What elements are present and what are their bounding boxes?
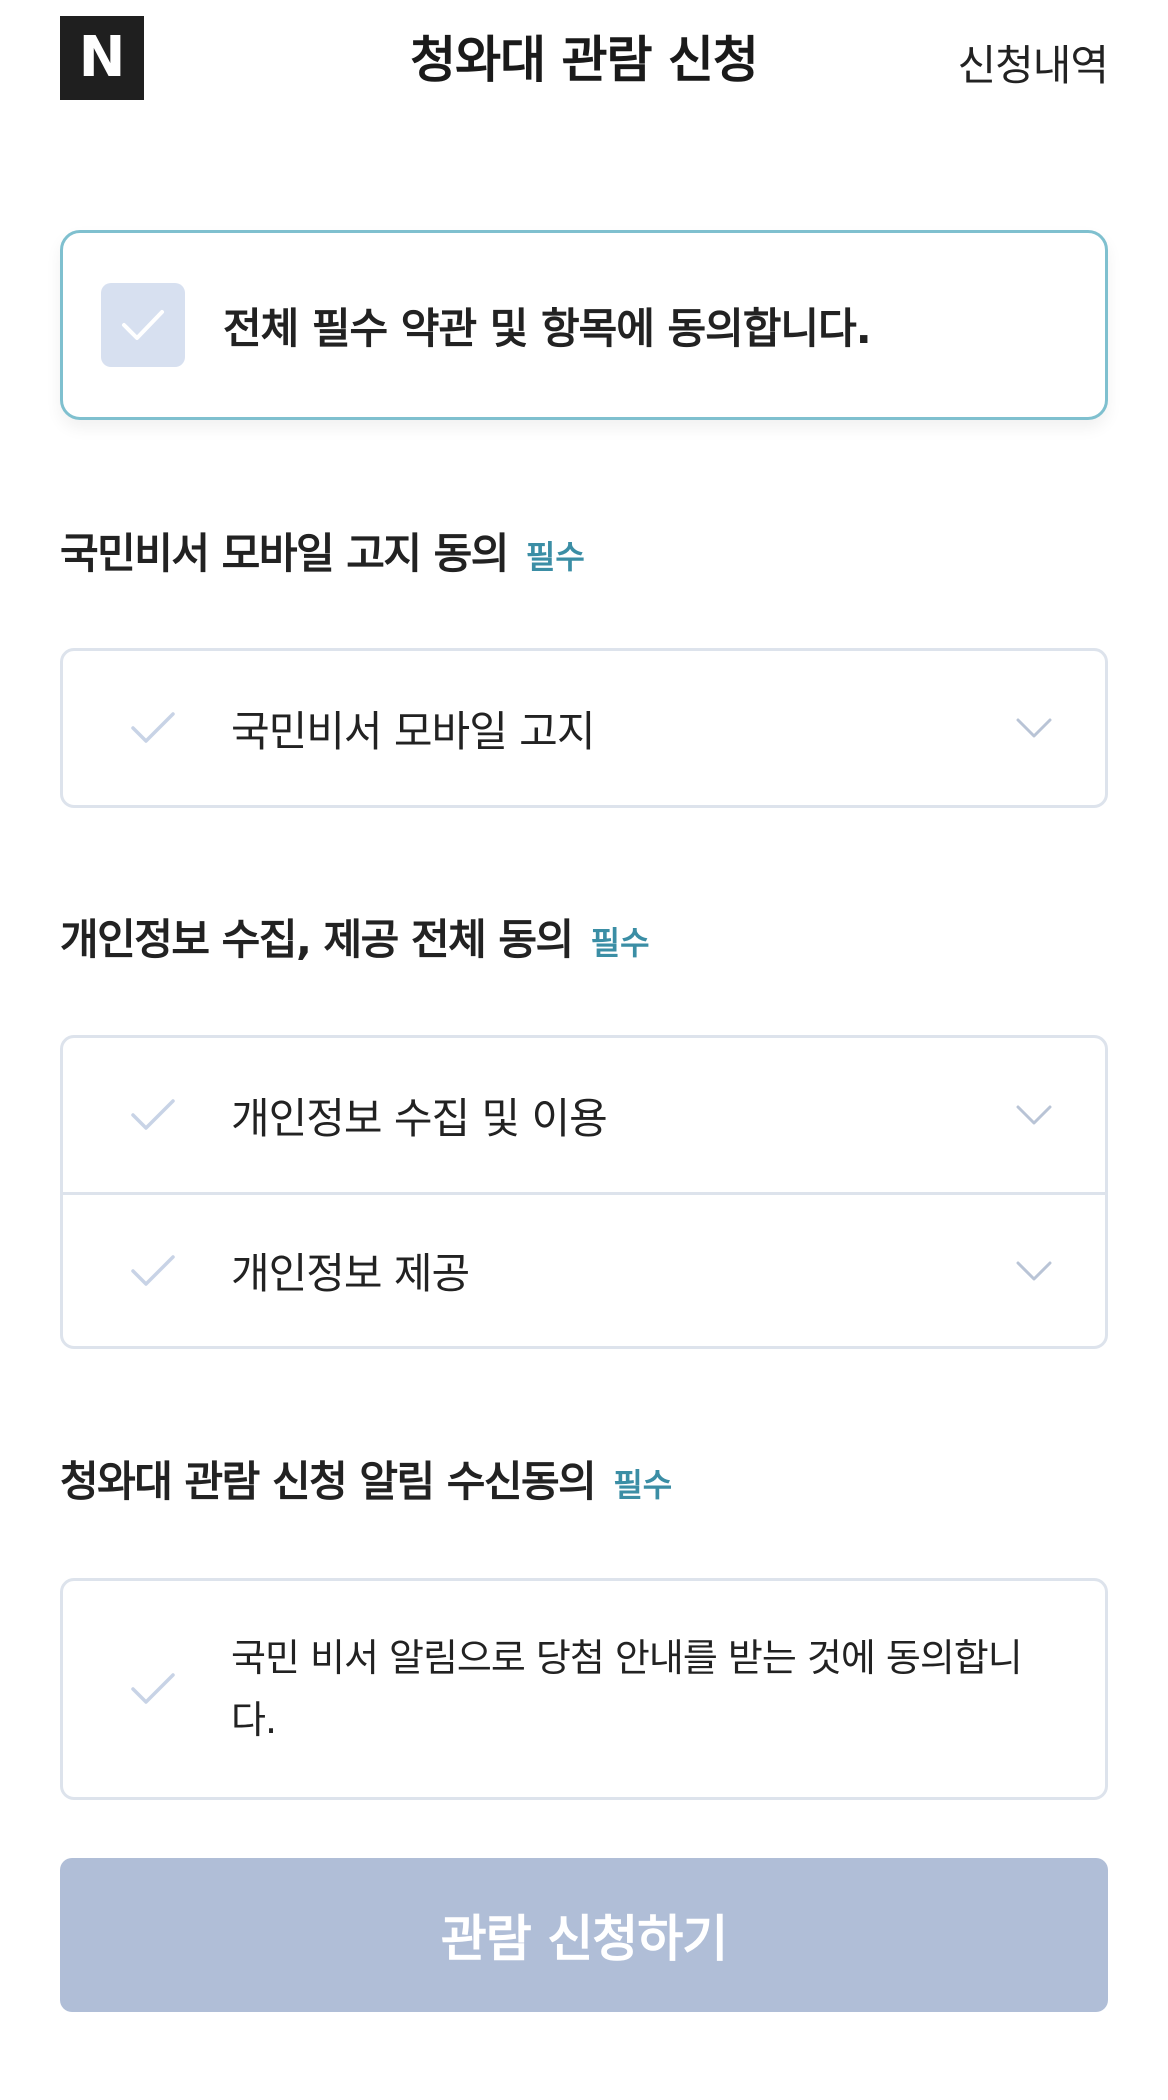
- required-badge: 필수: [590, 924, 650, 962]
- checkmark-icon: [122, 310, 164, 340]
- section-heading-text: 개인정보 수집, 제공 전체 동의: [60, 915, 574, 964]
- checkmark-icon: [131, 1254, 175, 1286]
- agreement-item-label: 국민비서 모바일 고지: [231, 706, 595, 756]
- checkmark-icon: [131, 712, 175, 743]
- section-heading-text: 청와대 관람 신청 알림 수신동의: [60, 1457, 597, 1506]
- header: N 청와대 관람 신청 신청내역: [0, 0, 1168, 116]
- agree-all-checkbox[interactable]: 전체 필수 약관 및 항목에 동의합니다.: [60, 230, 1108, 420]
- agree-all-label: 전체 필수 약관 및 항목에 동의합니다.: [223, 303, 872, 353]
- application-history-link[interactable]: 신청내역: [957, 32, 1109, 93]
- agreement-item-mobile-notice[interactable]: 국민비서 모바일 고지: [63, 651, 1105, 805]
- required-badge: 필수: [613, 1466, 673, 1504]
- agreement-box-privacy: 개인정보 수집 및 이용 개인정보 제공: [60, 1035, 1108, 1349]
- section-heading-mobile-notice: 국민비서 모바일 고지 동의 필수: [60, 520, 585, 581]
- checkmark-icon: [131, 1673, 175, 1704]
- agreement-item-label: 개인정보 제공: [231, 1249, 470, 1298]
- agreement-box-mobile-notice: 국민비서 모바일 고지: [60, 648, 1108, 808]
- agreement-item-label: 개인정보 수집 및 이용: [231, 1093, 608, 1143]
- agreement-item-privacy-provision[interactable]: 개인정보 제공: [63, 1192, 1105, 1346]
- section-heading-notification: 청와대 관람 신청 알림 수신동의 필수: [60, 1448, 672, 1509]
- agreement-item-notification[interactable]: 국민 비서 알림으로 당첨 안내를 받는 것에 동의합니다.: [63, 1581, 1105, 1797]
- section-heading-privacy: 개인정보 수집, 제공 전체 동의 필수: [60, 906, 650, 967]
- checkmark-icon: [131, 1099, 175, 1130]
- chevron-down-icon[interactable]: [1015, 1103, 1053, 1127]
- chevron-down-icon[interactable]: [1015, 716, 1053, 740]
- submit-application-button[interactable]: 관람 신청하기: [60, 1858, 1108, 2012]
- chevron-down-icon[interactable]: [1015, 1259, 1053, 1283]
- section-heading-text: 국민비서 모바일 고지 동의: [60, 529, 509, 578]
- agreement-box-notification: 국민 비서 알림으로 당첨 안내를 받는 것에 동의합니다.: [60, 1578, 1108, 1800]
- page: N 청와대 관람 신청 신청내역 전체 필수 약관 및 항목에 동의합니다. 국…: [0, 0, 1168, 2100]
- agreement-item-privacy-collection[interactable]: 개인정보 수집 및 이용: [63, 1038, 1105, 1192]
- agreement-item-label: 국민 비서 알림으로 당첨 안내를 받는 것에 동의합니다.: [231, 1636, 1023, 1742]
- required-badge: 필수: [525, 538, 585, 576]
- checkbox-icon: [101, 283, 185, 367]
